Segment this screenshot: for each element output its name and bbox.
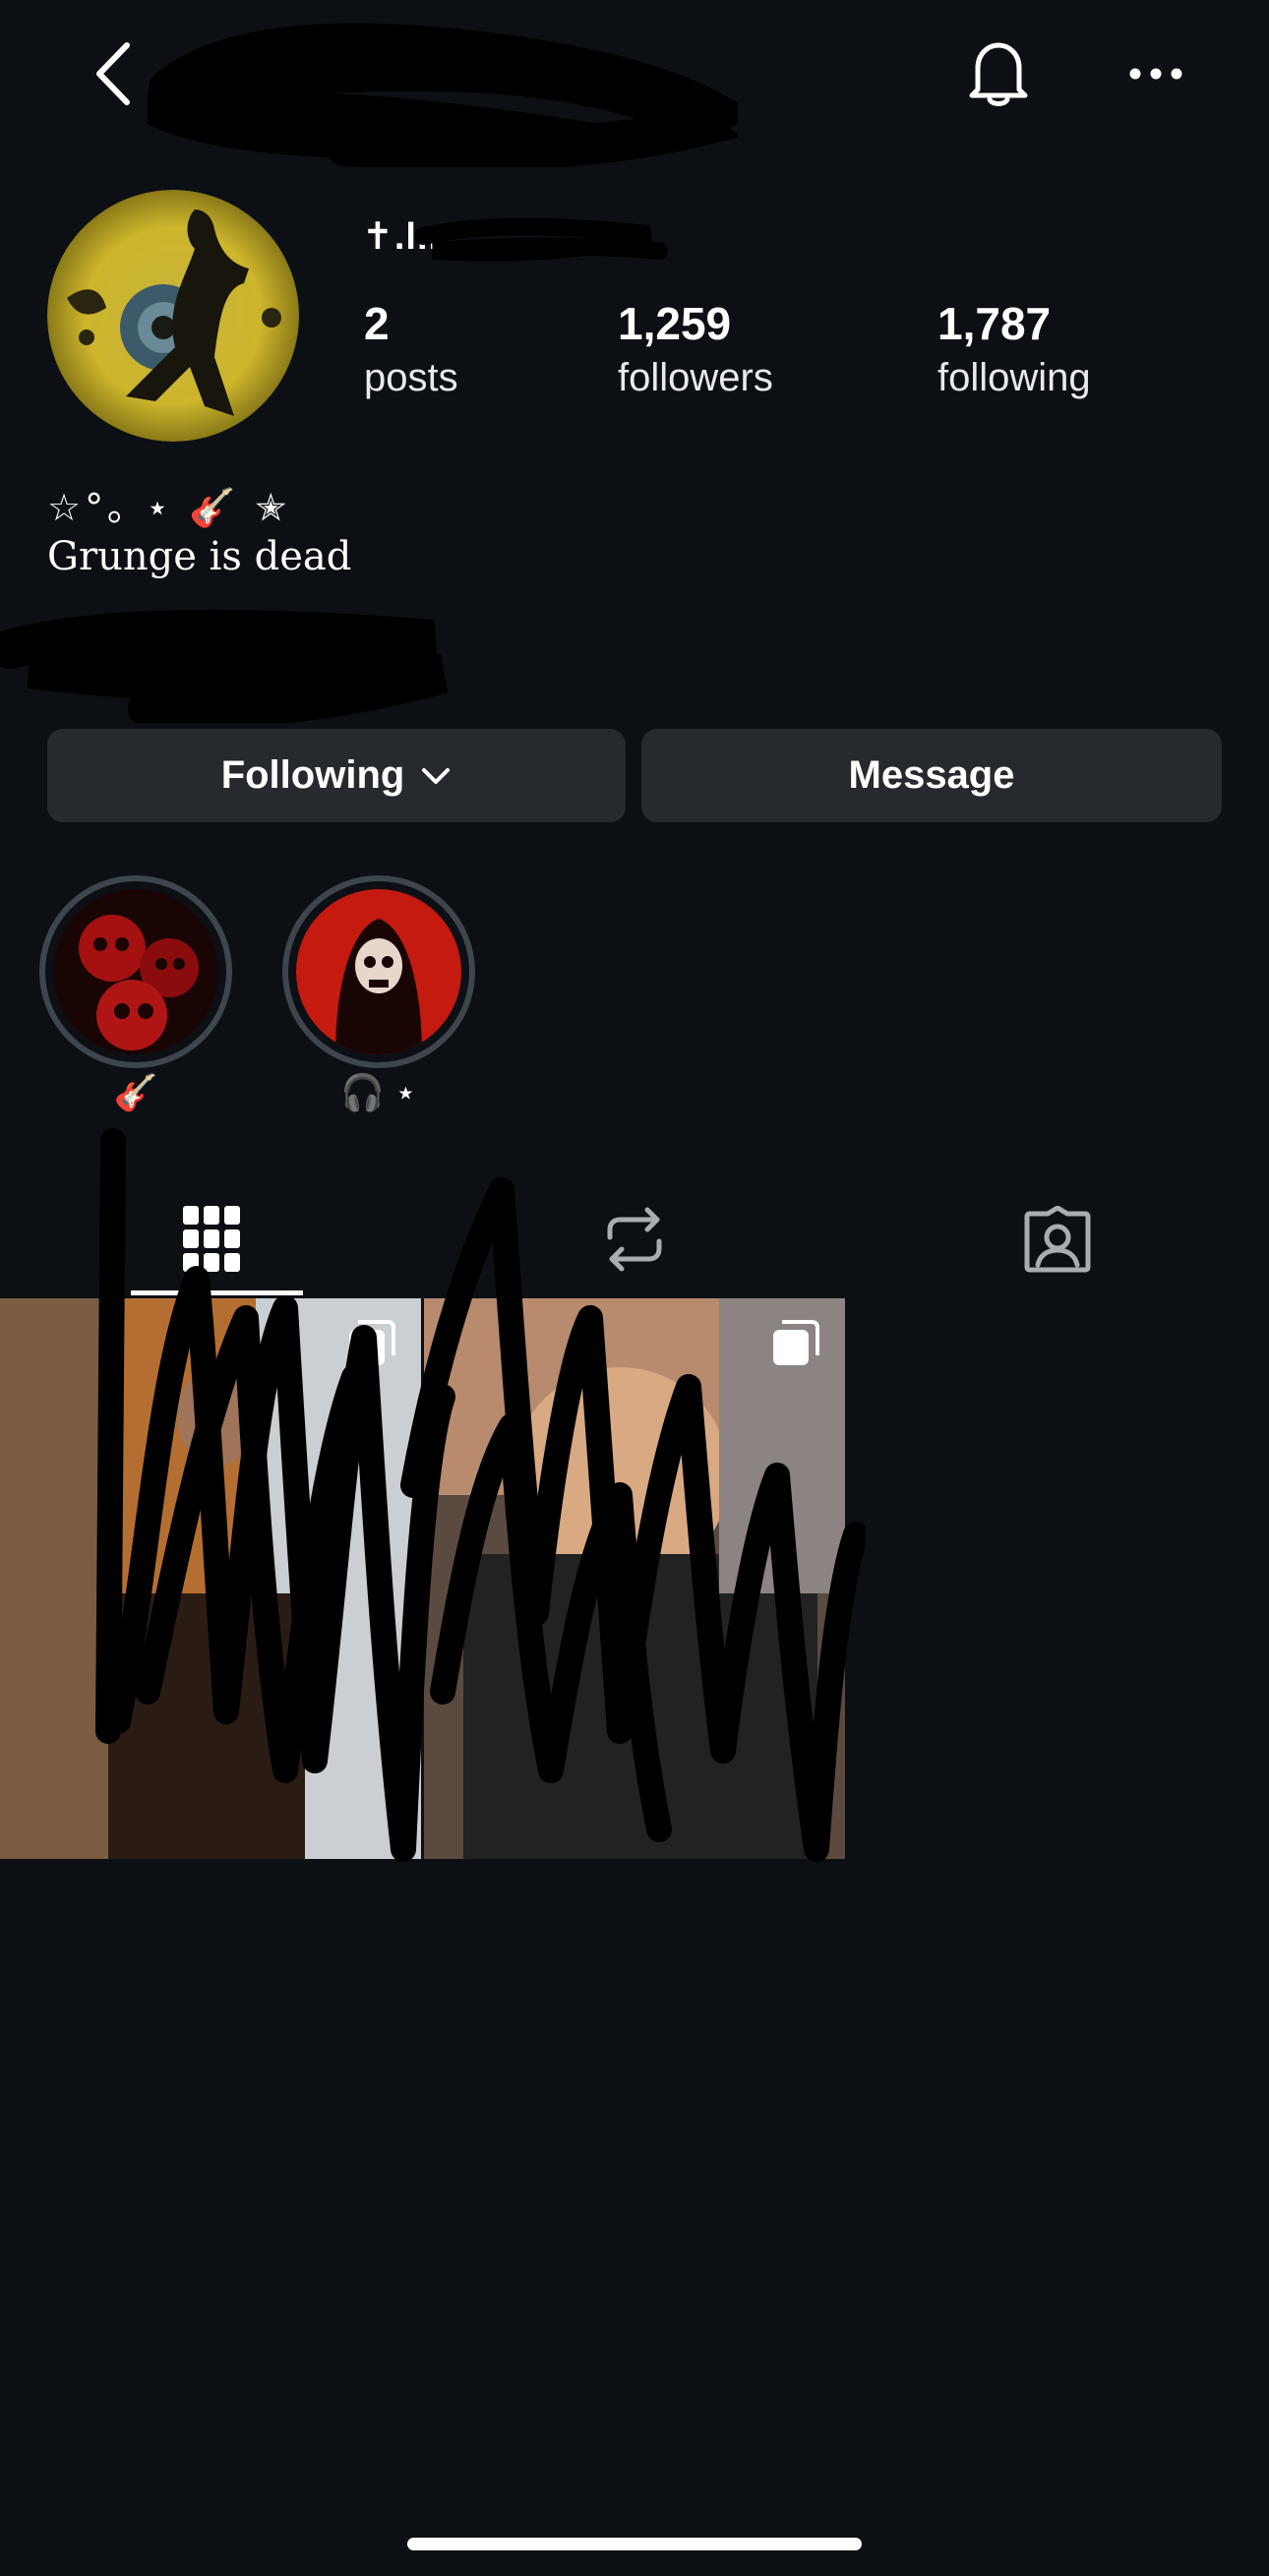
following-stat[interactable]: 1,787 following xyxy=(937,295,1091,403)
profile-page: ✝.l.. 2 posts 1,259 followers 1,787 foll… xyxy=(0,0,1269,2576)
message-button-label: Message xyxy=(848,753,1015,797)
following-button-label: Following xyxy=(220,753,405,797)
highlight-label: 🎸 xyxy=(113,1072,158,1112)
carousel-icon xyxy=(346,1318,397,1374)
post-thumbnail[interactable] xyxy=(424,1298,845,1859)
more-options-button[interactable] xyxy=(1117,44,1195,103)
followers-count: 1,259 xyxy=(618,298,732,349)
display-name: ✝.l.. xyxy=(362,216,441,258)
tagged-person-icon xyxy=(1024,1206,1091,1273)
redacted-username-scribble xyxy=(148,23,738,167)
home-indicator[interactable] xyxy=(407,2538,862,2550)
grid-icon xyxy=(183,1206,240,1272)
tab-tagged[interactable] xyxy=(846,1185,1269,1293)
back-button[interactable] xyxy=(79,34,148,113)
followers-stat[interactable]: 1,259 followers xyxy=(618,295,773,403)
bio-link-pill[interactable] xyxy=(47,620,244,675)
post-thumbnail[interactable] xyxy=(0,1298,421,1859)
carousel-icon xyxy=(770,1318,821,1374)
repost-icon xyxy=(607,1207,662,1272)
posts-stat[interactable]: 2 posts xyxy=(364,295,458,403)
story-highlight[interactable] xyxy=(39,875,232,1068)
following-count: 1,787 xyxy=(937,298,1052,349)
tab-posts-grid[interactable] xyxy=(0,1185,423,1293)
bio-text: Grunge is dead xyxy=(47,534,352,579)
posts-label: posts xyxy=(364,356,458,399)
bell-icon xyxy=(969,42,1028,106)
bio-decoration: ☆°｡ ⋆ 🎸 ✭ xyxy=(47,486,291,529)
notifications-button[interactable] xyxy=(954,34,1043,113)
posts-count: 2 xyxy=(364,298,390,349)
following-label: following xyxy=(937,356,1091,399)
chevron-down-icon xyxy=(420,766,452,786)
redacted-name-scribble xyxy=(414,217,668,262)
following-button[interactable]: Following xyxy=(47,729,626,822)
message-button[interactable]: Message xyxy=(641,729,1222,822)
profile-avatar[interactable] xyxy=(47,190,299,442)
followers-label: followers xyxy=(618,356,773,399)
post-image xyxy=(0,1298,421,1859)
more-horizontal-icon xyxy=(1129,68,1182,80)
story-highlight[interactable] xyxy=(282,875,475,1068)
post-image xyxy=(424,1298,845,1859)
avatar-image xyxy=(47,190,299,442)
active-tab-indicator xyxy=(131,1290,303,1295)
highlight-label: 🎧 ⋆ xyxy=(340,1072,417,1112)
tab-reposts[interactable] xyxy=(423,1185,846,1293)
chevron-left-icon xyxy=(96,42,130,105)
highlight-cover xyxy=(53,889,218,1054)
highlight-cover xyxy=(296,889,461,1054)
